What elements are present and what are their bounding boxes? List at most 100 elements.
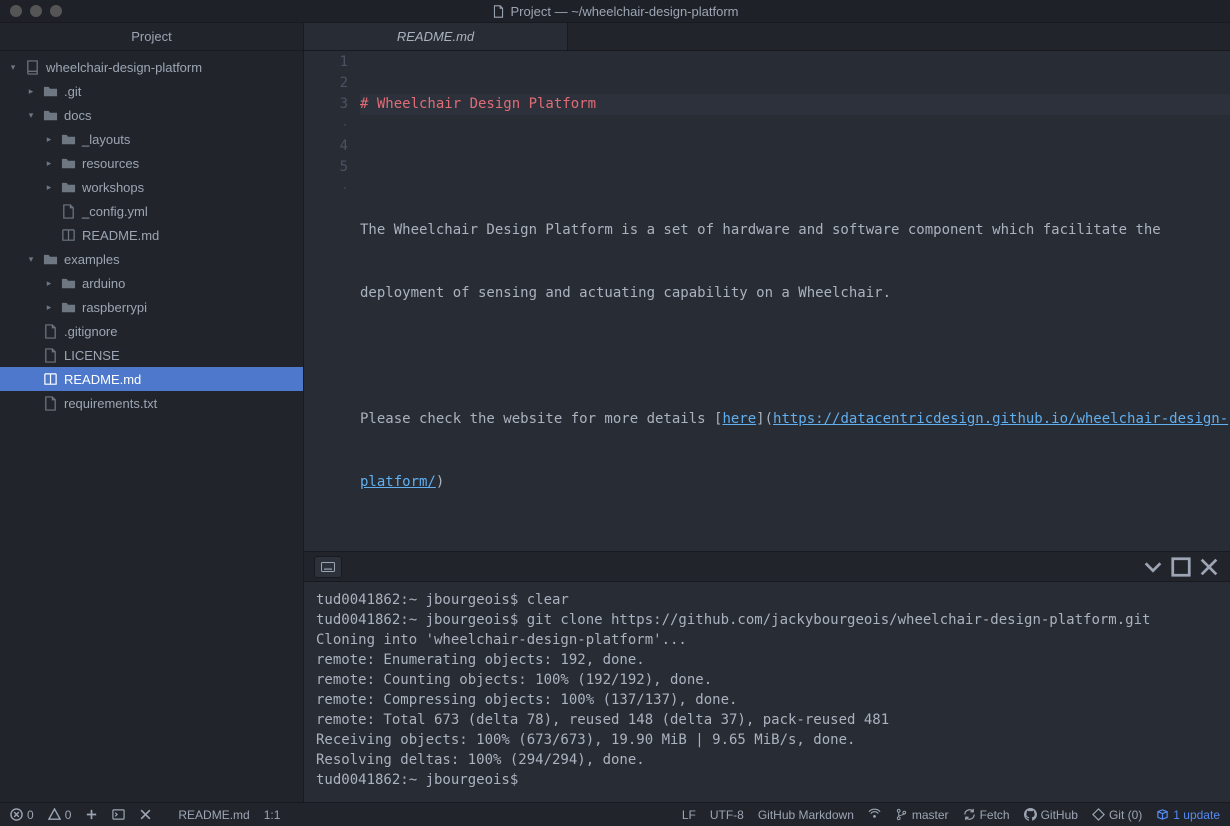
editor-tabs: README.md — [304, 23, 1230, 51]
file-tree[interactable]: ▾wheelchair-design-platform▸.git▾docs▸_l… — [0, 51, 303, 802]
close-pane-button[interactable] — [139, 808, 152, 821]
status-errors[interactable]: 0 — [10, 808, 34, 822]
line-number: · — [304, 178, 348, 199]
status-filename[interactable]: README.md — [178, 808, 249, 822]
sidebar-title: Project — [0, 23, 303, 51]
tree-item--git[interactable]: ▸ .git — [0, 79, 303, 103]
status-cursor-position[interactable]: 1:1 — [264, 808, 281, 822]
markdown-heading: # Wheelchair Design Platform — [360, 96, 596, 112]
markdown-url[interactable]: platform/ — [360, 474, 436, 490]
project-sidebar: Project ▾ wheelchair-design-platform ▸ .git… — [0, 23, 304, 802]
git-icon — [1092, 808, 1105, 821]
line-number: 3 — [304, 94, 348, 115]
tree-item-examples[interactable]: ▾examples — [0, 247, 303, 271]
chevron-right-icon: ▸ — [26, 86, 36, 97]
tree-item-label: resources — [82, 156, 139, 171]
tree-item--layouts[interactable]: ▸_layouts — [0, 127, 303, 151]
tree-item-label: wheelchair-design-platform — [46, 60, 202, 75]
file-icon — [42, 395, 58, 411]
status-fetch[interactable]: Fetch — [963, 808, 1010, 822]
chevron-right-icon: ▸ — [44, 182, 54, 193]
warning-icon — [48, 808, 61, 821]
tree-item-label: arduino — [82, 276, 125, 291]
tree-item-readme-md[interactable]: README.md — [0, 367, 303, 391]
folder-icon — [42, 251, 58, 267]
tree-item-label: README.md — [82, 228, 159, 243]
package-icon — [1156, 808, 1169, 821]
document-icon — [492, 5, 505, 18]
code-content[interactable]: # Wheelchair Design Platform The Wheelch… — [360, 51, 1230, 551]
maximize-terminal-button[interactable] — [1170, 556, 1192, 578]
folder-icon — [60, 155, 76, 171]
line-number: 2 — [304, 73, 348, 94]
tree-item-workshops[interactable]: ▸workshops — [0, 175, 303, 199]
status-remote[interactable] — [868, 808, 881, 821]
tree-item-wheelchair-design-platform[interactable]: ▾ wheelchair-design-platform — [0, 55, 303, 79]
chevron-down-icon — [1142, 556, 1164, 578]
status-branch[interactable]: master — [895, 808, 949, 822]
folder-icon — [60, 299, 76, 315]
file-icon — [60, 203, 76, 219]
window-title: Project — ~/wheelchair-design-platform — [0, 4, 1230, 19]
folder-icon — [42, 107, 58, 123]
chevron-right-icon: ▸ — [44, 302, 54, 313]
tree-item--config-yml[interactable]: _config.yml — [0, 199, 303, 223]
tree-item-label: raspberrypi — [82, 300, 147, 315]
tree-item-label: _config.yml — [82, 204, 148, 219]
file-icon — [42, 323, 58, 339]
book-icon — [42, 371, 58, 387]
status-line-ending[interactable]: LF — [682, 808, 696, 822]
tree-item-arduino[interactable]: ▸arduino — [0, 271, 303, 295]
file-icon — [42, 347, 58, 363]
maximize-icon — [1170, 556, 1192, 578]
code-editor[interactable]: 123·45· # Wheelchair Design Platform The… — [304, 51, 1230, 551]
tree-item-requirements-txt[interactable]: requirements.txt — [0, 391, 303, 415]
tree-item-resources[interactable]: ▸ resources — [0, 151, 303, 175]
sync-icon — [963, 808, 976, 821]
line-number: 1 — [304, 52, 348, 73]
chevron-right-icon: ▸ — [44, 158, 54, 169]
chevron-down-icon: ▾ — [26, 110, 36, 121]
status-github[interactable]: GitHub — [1024, 808, 1078, 822]
chevron-down-icon: ▾ — [8, 62, 18, 73]
folder-icon — [60, 131, 76, 147]
tree-item-label: .git — [64, 84, 81, 99]
markdown-url[interactable]: https://datacentricdesign.github.io/whee… — [773, 411, 1228, 427]
tree-item-label: requirements.txt — [64, 396, 157, 411]
broadcast-icon — [868, 808, 881, 821]
error-icon — [10, 808, 23, 821]
line-number: 4 — [304, 136, 348, 157]
plus-icon — [85, 808, 98, 821]
tree-item-docs[interactable]: ▾ docs — [0, 103, 303, 127]
tab-readme[interactable]: README.md — [304, 23, 568, 50]
github-icon — [1024, 808, 1037, 821]
window-titlebar: Project — ~/wheelchair-design-platform — [0, 0, 1230, 23]
status-encoding[interactable]: UTF-8 — [710, 808, 744, 822]
status-warnings[interactable]: 0 — [48, 808, 72, 822]
keyboard-icon — [321, 562, 335, 572]
terminal-output[interactable]: tud0041862:~ jbourgeois$ clear tud004186… — [304, 582, 1230, 802]
status-git[interactable]: Git (0) — [1092, 808, 1142, 822]
terminal-toggle-button[interactable] — [314, 556, 342, 578]
markdown-link[interactable]: here — [722, 411, 756, 427]
tree-item-raspberrypi[interactable]: ▸ raspberrypi — [0, 295, 303, 319]
terminal-icon — [112, 808, 125, 821]
tree-item-license[interactable]: LICENSE — [0, 343, 303, 367]
terminal-shortcut-button[interactable] — [112, 808, 125, 821]
tree-item-label: docs — [64, 108, 91, 123]
tree-item--gitignore[interactable]: .gitignore — [0, 319, 303, 343]
status-grammar[interactable]: GitHub Markdown — [758, 808, 854, 822]
close-icon — [139, 808, 152, 821]
line-number: 5 — [304, 157, 348, 178]
close-icon — [1198, 556, 1220, 578]
status-updates[interactable]: 1 update — [1156, 808, 1220, 822]
tree-item-label: _layouts — [82, 132, 130, 147]
close-terminal-button[interactable] — [1198, 556, 1220, 578]
tree-item-label: README.md — [64, 372, 141, 387]
tree-item-readme-md[interactable]: README.md — [0, 223, 303, 247]
collapse-terminal-button[interactable] — [1142, 556, 1164, 578]
new-terminal-button[interactable] — [85, 808, 98, 821]
terminal-header — [304, 552, 1230, 582]
tree-item-label: LICENSE — [64, 348, 120, 363]
tree-item-label: examples — [64, 252, 120, 267]
